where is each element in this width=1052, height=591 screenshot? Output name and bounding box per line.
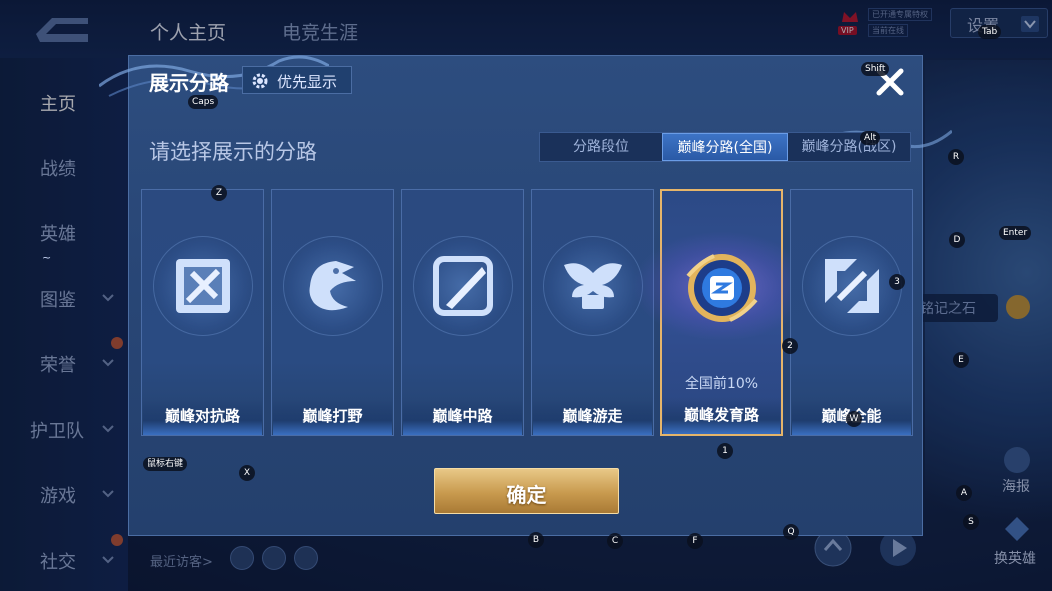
tab-lane-rank[interactable]: 分路段位 <box>540 133 662 161</box>
lane-card-jungle[interactable]: 巅峰打野 <box>271 189 394 436</box>
key-hint-enter: Enter <box>999 226 1032 240</box>
key-hint-w: W <box>846 411 862 427</box>
lane-card-top[interactable]: 巅峰对抗路 <box>141 189 264 436</box>
key-hint-2: 2 <box>782 338 798 354</box>
key-hint-z: Z <box>211 185 227 201</box>
card-label: 巅峰对抗路 <box>164 407 240 425</box>
lane-card-allround[interactable]: 巅峰全能 <box>790 189 913 436</box>
confirm-button[interactable]: 确定 <box>434 468 619 514</box>
card-label: 巅峰发育路 <box>683 406 759 424</box>
allround-icon <box>825 259 879 313</box>
marksman-emblem-icon <box>686 254 758 322</box>
key-hint-1: 1 <box>717 443 733 459</box>
show-lane-dialog: 展示分路 优先显示 请选择展示的分路 分路段位 巅峰分路(全国) 巅峰分路(战区… <box>99 55 952 536</box>
gear-icon <box>252 73 268 89</box>
lane-scope-switch: 分路段位 巅峰分路(全国) 巅峰分路(战区) <box>539 132 911 162</box>
key-hint-shift: Shift <box>861 62 890 76</box>
lane-card-mid[interactable]: 巅峰中路 <box>401 189 524 436</box>
confirm-label: 确定 <box>506 483 547 507</box>
dragon-icon <box>309 261 356 311</box>
lane-card-marksman[interactable]: 全国前10% 巅峰发育路 <box>632 189 812 436</box>
key-hint-alt: Alt <box>860 131 881 145</box>
tab-peak-lane-region[interactable]: 巅峰分路(战区) <box>788 133 910 161</box>
tab-peak-lane-national[interactable]: 巅峰分路(全国) <box>662 133 788 161</box>
key-hint-f: F <box>687 533 703 549</box>
key-hint-caps: Caps <box>188 95 219 109</box>
wings-icon <box>564 263 622 309</box>
priority-display-button[interactable]: 优先显示 <box>242 66 352 94</box>
priority-display-label: 优先显示 <box>277 73 338 91</box>
key-hint-q: Q <box>783 524 799 540</box>
key-hint-c: C <box>607 533 623 549</box>
key-hint-a: A <box>956 485 972 501</box>
sword-shield-icon <box>176 259 230 313</box>
key-hint-mouse-right: 鼠标右键 <box>143 457 188 471</box>
key-hint-tab: Tab <box>978 25 1002 39</box>
dialog-subtitle: 请选择展示的分路 <box>149 140 317 164</box>
key-hint-b: B <box>528 532 544 548</box>
dialog-title: 展示分路 <box>149 71 229 95</box>
key-hint-r: R <box>948 149 964 165</box>
key-hint-x: X <box>239 465 255 481</box>
key-hint-e: E <box>953 352 969 368</box>
card-label: 巅峰游走 <box>562 407 623 425</box>
staff-icon <box>433 256 493 316</box>
card-label: 巅峰打野 <box>302 407 363 425</box>
key-hint-3: 3 <box>889 274 905 290</box>
key-hint-d: D <box>949 232 965 248</box>
key-hint-s: S <box>963 514 979 530</box>
rank-percentile: 全国前10% <box>684 376 759 392</box>
card-label: 巅峰中路 <box>432 407 493 425</box>
key-hint-tilde: ~ <box>42 251 52 264</box>
